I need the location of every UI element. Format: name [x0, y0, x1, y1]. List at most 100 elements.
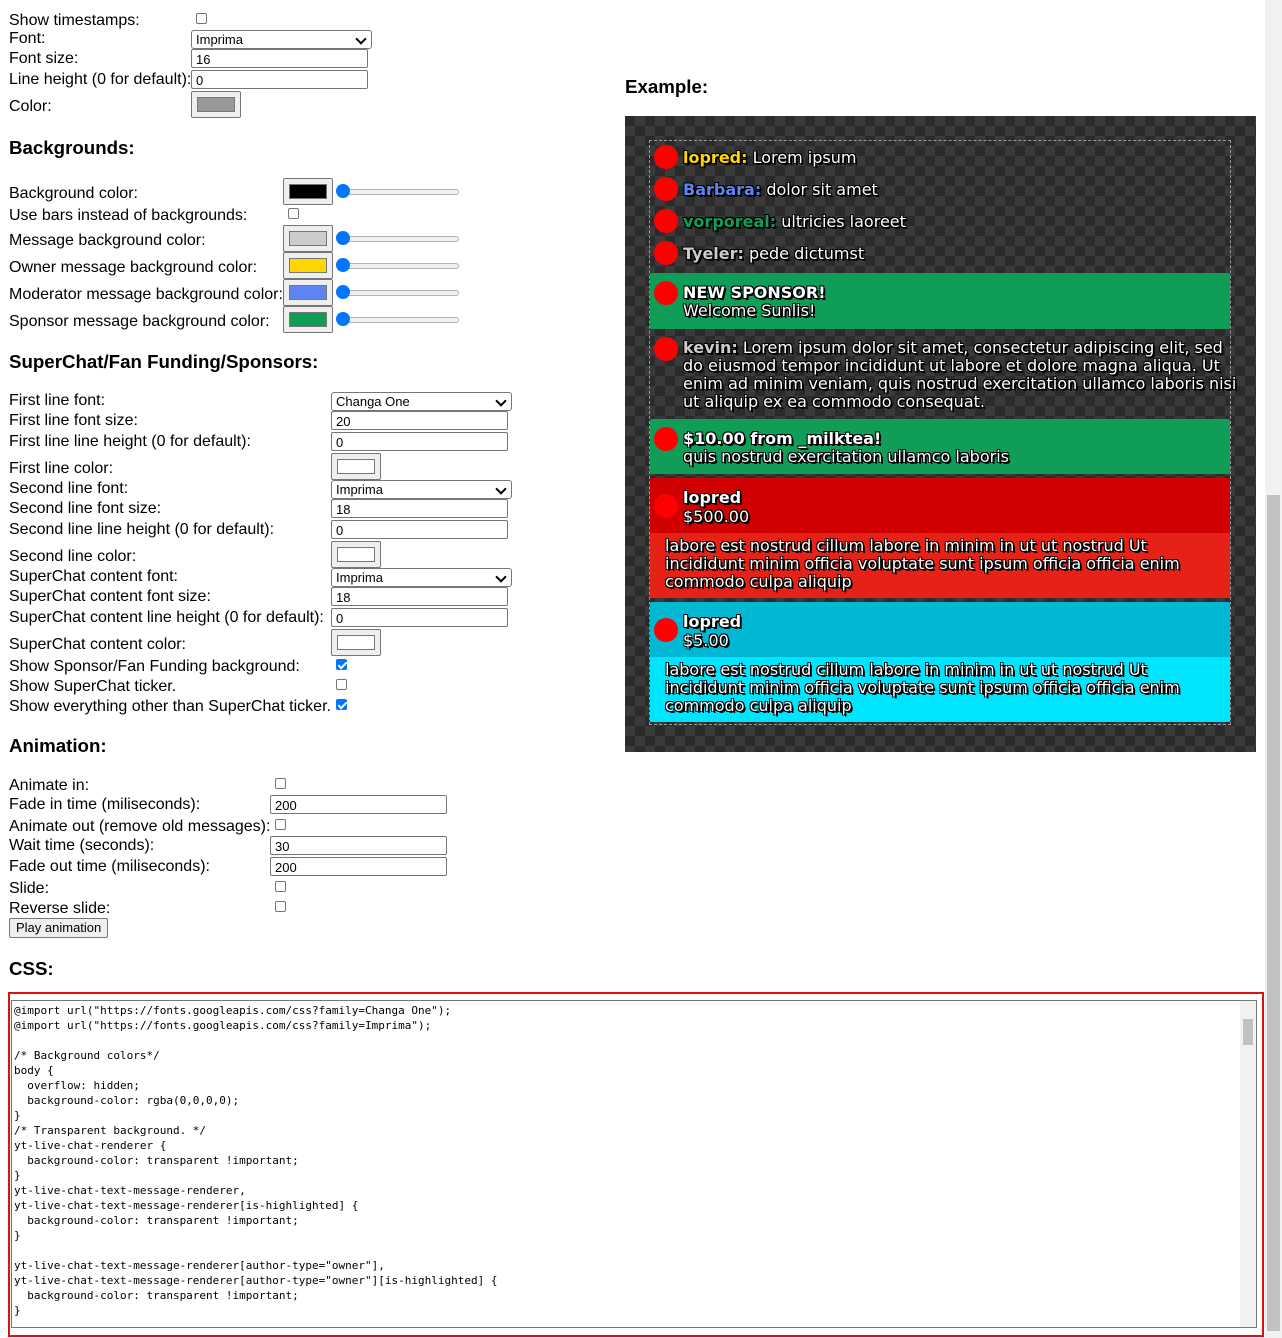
- content-line: commodo culpa aliquip: [665, 572, 852, 591]
- second-line-color-label: Second line color:: [9, 548, 137, 565]
- owner-bg-swatch: [289, 258, 327, 273]
- play-animation-button[interactable]: Play animation: [9, 918, 109, 938]
- font-size-label: Font size:: [9, 50, 79, 67]
- show-other-checkbox[interactable]: [336, 699, 347, 710]
- fade-in-input[interactable]: 200: [270, 795, 447, 814]
- message-text: dolor sit amet: [766, 180, 878, 199]
- moderator-bg-picker[interactable]: [283, 279, 333, 306]
- show-timestamps-checkbox[interactable]: [196, 13, 207, 24]
- font-select[interactable]: Imprima: [191, 30, 372, 49]
- sponsor-bg-picker[interactable]: [283, 306, 333, 333]
- use-bars-checkbox[interactable]: [288, 208, 299, 219]
- content-font-label: SuperChat content font:: [9, 568, 178, 585]
- author-name: kevin:: [683, 338, 738, 357]
- first-line-line-height-input[interactable]: 0: [331, 432, 508, 451]
- superchat-content: labore est nostrud cillum labore in mini…: [665, 661, 1180, 715]
- text-color-picker[interactable]: [191, 91, 241, 118]
- show-ticker-checkbox[interactable]: [336, 679, 347, 690]
- message-line: kevin: Lorem ipsum dolor sit amet, conse…: [683, 339, 1236, 357]
- background-color-swatch: [289, 184, 327, 199]
- message-bg-swatch: [289, 231, 327, 246]
- animate-in-label: Animate in:: [9, 777, 90, 794]
- message-text: Lorem ipsum dolor sit amet, consectetur …: [742, 338, 1223, 357]
- fade-out-input[interactable]: 200: [270, 857, 447, 876]
- avatar: [654, 494, 678, 518]
- content-color-picker[interactable]: [331, 629, 381, 656]
- page-scroll-thumb[interactable]: [1267, 495, 1280, 1331]
- avatar: [654, 281, 678, 305]
- second-line-font-label: Second line font:: [9, 480, 129, 497]
- animation-heading: Animation:: [9, 735, 107, 756]
- background-opacity-slider[interactable]: [336, 183, 461, 199]
- line-height-input[interactable]: 0: [191, 70, 368, 89]
- message-line: do eiusmod tempor incididunt ut labore e…: [683, 356, 1220, 375]
- slide-checkbox[interactable]: [275, 881, 286, 892]
- content-color-label: SuperChat content color:: [9, 636, 186, 653]
- chat-message: Barbara: dolor sit amet: [683, 180, 878, 199]
- content-line: labore est nostrud cillum labore in mini…: [665, 536, 1147, 555]
- css-textarea-scroll-thumb[interactable]: [1243, 1019, 1253, 1045]
- content-color-swatch: [337, 635, 375, 650]
- superchat-amount: $500.00: [683, 507, 750, 526]
- moderator-bg-label: Moderator message background color:: [9, 286, 283, 303]
- content-line-height-label: SuperChat content line height (0 for def…: [9, 609, 324, 626]
- avatar: [654, 209, 678, 233]
- message-bg-picker[interactable]: [283, 225, 333, 252]
- animate-in-checkbox[interactable]: [275, 778, 286, 789]
- avatar: [654, 145, 678, 169]
- show-timestamps-label: Show timestamps:: [9, 12, 140, 29]
- content-line: incididunt minim officia voluptate sunt …: [665, 678, 1180, 697]
- text-color-swatch: [197, 97, 235, 112]
- page-scrollbar[interactable]: [1265, 0, 1282, 1338]
- css-textarea-scrollbar[interactable]: [1240, 1001, 1256, 1327]
- animate-out-checkbox[interactable]: [275, 819, 286, 830]
- animate-out-label: Animate out (remove old messages):: [9, 818, 271, 835]
- content-font-size-label: SuperChat content font size:: [9, 588, 211, 605]
- show-other-label: Show everything other than SuperChat tic…: [9, 698, 331, 715]
- second-line-font-select[interactable]: Imprima: [331, 480, 512, 499]
- owner-bg-opacity-slider[interactable]: [336, 257, 461, 273]
- content-line-height-input[interactable]: 0: [331, 608, 508, 627]
- slide-label: Slide:: [9, 880, 50, 897]
- first-line-font-select[interactable]: Changa One: [331, 392, 512, 411]
- message-line: enim ad minim veniam, quis nostrud exerc…: [683, 374, 1237, 393]
- long-chat-message: kevin: Lorem ipsum dolor sit amet, conse…: [683, 339, 1236, 411]
- second-line-font-size-input[interactable]: 18: [331, 499, 508, 518]
- css-heading: CSS:: [9, 958, 54, 979]
- message-text: pede dictumst: [749, 244, 865, 263]
- wait-time-input[interactable]: 30: [270, 836, 447, 855]
- show-sponsor-bg-label: Show Sponsor/Fan Funding background:: [9, 658, 300, 675]
- message-bg-opacity-slider[interactable]: [336, 230, 461, 246]
- content-font-size-input[interactable]: 18: [331, 587, 508, 606]
- content-line: commodo culpa aliquip: [665, 696, 852, 715]
- message-text: Lorem ipsum: [752, 148, 857, 167]
- second-line-color-picker[interactable]: [331, 541, 381, 568]
- first-line-font-size-input[interactable]: 20: [331, 411, 508, 430]
- message-line: ut aliquip ex ea commodo consequat.: [683, 392, 985, 411]
- superchat-heading: SuperChat/Fan Funding/Sponsors:: [9, 351, 319, 372]
- owner-bg-picker[interactable]: [283, 252, 333, 279]
- second-line-line-height-input[interactable]: 0: [331, 520, 508, 539]
- moderator-bg-swatch: [289, 285, 327, 300]
- moderator-bg-opacity-slider[interactable]: [336, 284, 461, 300]
- fan-funding-title: $10.00 from _milktea!: [683, 429, 882, 448]
- background-color-picker[interactable]: [283, 178, 333, 205]
- second-line-font-size-label: Second line font size:: [9, 500, 162, 517]
- reverse-slide-checkbox[interactable]: [275, 901, 286, 912]
- content-line: incididunt minim officia voluptate sunt …: [665, 554, 1180, 573]
- show-sponsor-bg-checkbox[interactable]: [336, 659, 347, 670]
- css-textarea[interactable]: @import url("https://fonts.googleapis.co…: [11, 1000, 1257, 1328]
- first-line-color-swatch: [337, 459, 375, 474]
- font-size-input[interactable]: 16: [191, 49, 368, 68]
- sponsor-bg-opacity-slider[interactable]: [336, 311, 461, 327]
- font-label: Font:: [9, 30, 46, 47]
- message-text: ultricies laoreet: [781, 212, 906, 231]
- content-font-select[interactable]: Imprima: [331, 568, 512, 587]
- color-label: Color:: [9, 98, 52, 115]
- author-name: lopred:: [683, 148, 748, 167]
- sponsor-bg-label: Sponsor message background color:: [9, 313, 270, 330]
- first-line-font-size-label: First line font size:: [9, 412, 138, 429]
- first-line-color-picker[interactable]: [331, 453, 381, 480]
- author-name: Tyeler:: [683, 244, 744, 263]
- avatar: [654, 241, 678, 265]
